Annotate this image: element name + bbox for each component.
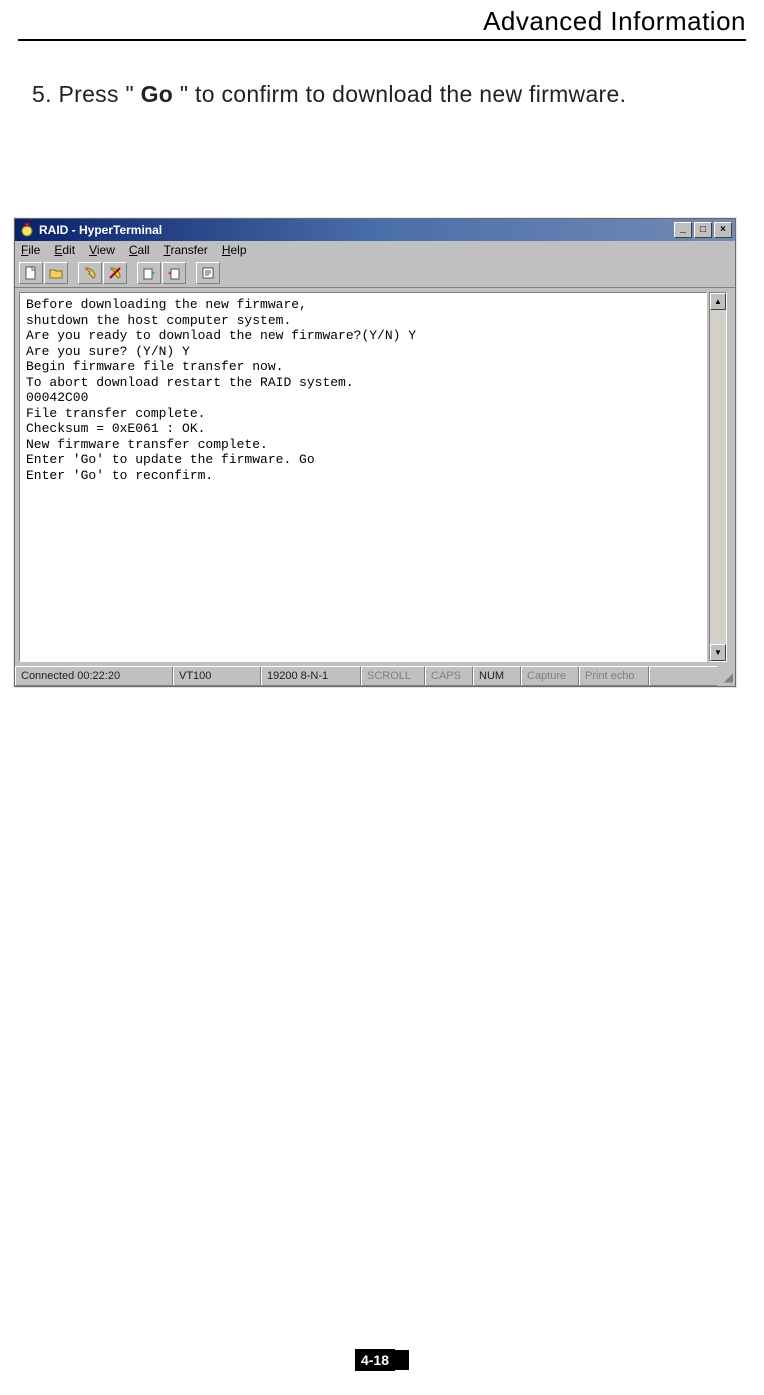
- menu-help[interactable]: Help: [222, 243, 247, 257]
- status-capture: Capture: [521, 666, 579, 686]
- menubar: File Edit View Call Transfer Help: [15, 241, 735, 259]
- status-printecho: Print echo: [579, 666, 649, 686]
- status-emulation: VT100: [173, 666, 261, 686]
- maximize-button[interactable]: □: [694, 222, 712, 238]
- page-number-accent: [395, 1350, 409, 1370]
- toolbar-properties-icon[interactable]: [196, 262, 220, 284]
- window-title: RAID - HyperTerminal: [39, 223, 162, 237]
- instruction-text: 5. Press " Go " to confirm to download t…: [32, 81, 746, 108]
- status-scroll: SCROLL: [361, 666, 425, 686]
- toolbar-receive-icon[interactable]: [162, 262, 186, 284]
- menu-transfer[interactable]: Transfer: [164, 243, 208, 257]
- toolbar-open-icon[interactable]: [44, 262, 68, 284]
- instruction-keyword: Go: [141, 81, 174, 107]
- resize-grip-icon[interactable]: ◢: [717, 666, 735, 686]
- statusbar: Connected 00:22:20 VT100 19200 8-N-1 SCR…: [15, 666, 735, 686]
- menu-edit[interactable]: Edit: [54, 243, 75, 257]
- page-footer: 4-18: [355, 1349, 409, 1371]
- window-titlebar[interactable]: RAID - HyperTerminal _ □ ×: [15, 219, 735, 241]
- header-title: Advanced Information: [18, 6, 746, 37]
- header-rule: [18, 39, 746, 41]
- instruction-prefix: 5. Press ": [32, 81, 141, 107]
- toolbar-disconnect-icon[interactable]: [103, 262, 127, 284]
- menu-call[interactable]: Call: [129, 243, 150, 257]
- status-connected: Connected 00:22:20: [15, 666, 173, 686]
- page-number: 4-18: [355, 1349, 395, 1371]
- toolbar-new-icon[interactable]: [19, 262, 43, 284]
- app-icon: [19, 222, 35, 238]
- status-port: 19200 8-N-1: [261, 666, 361, 686]
- vertical-scrollbar[interactable]: ▲ ▼: [709, 292, 727, 662]
- menu-view[interactable]: View: [89, 243, 115, 257]
- instruction-suffix: " to confirm to download the new firmwar…: [173, 81, 626, 107]
- menu-file[interactable]: File: [21, 243, 40, 257]
- status-caps: CAPS: [425, 666, 473, 686]
- minimize-button[interactable]: _: [674, 222, 692, 238]
- scroll-up-icon[interactable]: ▲: [710, 293, 726, 310]
- hyperterminal-window: RAID - HyperTerminal _ □ × File Edit Vie…: [14, 218, 736, 687]
- status-num: NUM: [473, 666, 521, 686]
- toolbar-call-icon[interactable]: [78, 262, 102, 284]
- terminal-output[interactable]: Before downloading the new firmware, shu…: [19, 292, 707, 662]
- toolbar: [15, 259, 735, 288]
- scroll-down-icon[interactable]: ▼: [710, 644, 726, 661]
- close-button[interactable]: ×: [714, 222, 732, 238]
- toolbar-send-icon[interactable]: [137, 262, 161, 284]
